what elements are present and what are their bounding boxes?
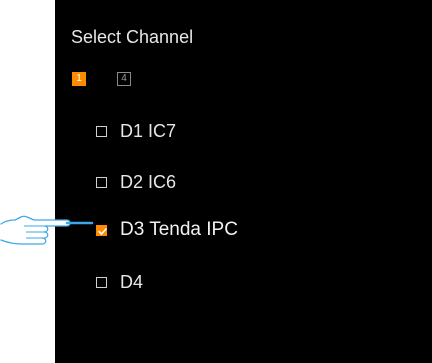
layout-1-button[interactable]: 1 bbox=[72, 72, 86, 86]
channel-checkbox-d1[interactable] bbox=[96, 125, 107, 137]
channel-item-d4[interactable]: D4 bbox=[96, 270, 143, 294]
channel-item-d3[interactable]: D3 Tenda IPC bbox=[96, 218, 238, 242]
channel-item-d2[interactable]: D2 IC6 bbox=[96, 170, 176, 194]
channel-label-d2: D2 IC6 bbox=[120, 172, 177, 192]
pointing-hand-icon bbox=[0, 215, 94, 245]
channel-checkbox-d2[interactable] bbox=[96, 176, 107, 188]
channel-label-d3: D3 Tenda IPC bbox=[120, 219, 238, 240]
layout-4-button[interactable]: 4 bbox=[117, 72, 131, 86]
channel-label-d4: D4 bbox=[120, 272, 144, 292]
channel-label-d1: D1 IC7 bbox=[120, 121, 177, 141]
select-channel-panel: Select Channel 1 4 D1 IC7 D2 IC6 D3 Tend… bbox=[55, 0, 432, 363]
channel-item-d1[interactable]: D1 IC7 bbox=[96, 119, 176, 143]
screen: Select Channel 1 4 D1 IC7 D2 IC6 D3 Tend… bbox=[0, 0, 432, 363]
panel-title: Select Channel bbox=[71, 27, 194, 47]
channel-checkbox-d4[interactable] bbox=[96, 276, 107, 288]
